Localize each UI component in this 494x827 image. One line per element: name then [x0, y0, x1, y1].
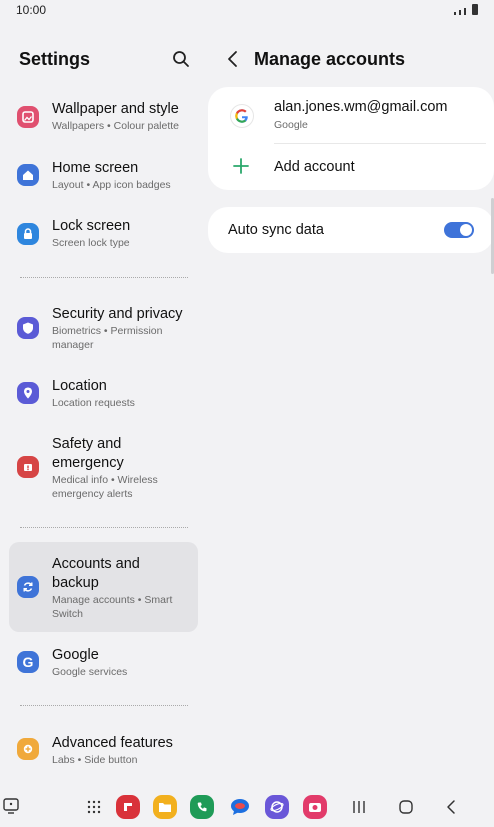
account-email: alan.jones.wm@gmail.com [274, 99, 448, 115]
settings-item-title: Wallpaper and style [52, 101, 179, 117]
sync-icon [17, 576, 39, 598]
search-icon[interactable] [172, 50, 190, 68]
settings-item-safety-and-emergency[interactable]: Safety and emergency Medical info • Wire… [9, 431, 198, 503]
settings-item-subtitle: Manage accounts • Smart Switch [52, 594, 173, 620]
plus-icon [233, 158, 249, 174]
wallpaper-icon [17, 106, 39, 128]
back-arrow-icon[interactable] [226, 50, 240, 68]
settings-item-title: Home screen [52, 160, 139, 176]
settings-item-subtitle: Medical info • Wireless emergency alerts [52, 474, 158, 500]
settings-item-subtitle: Layout • App icon badges [52, 179, 171, 191]
google-icon: G [17, 651, 39, 673]
settings-item-subtitle: Biometrics • Permission manager [52, 325, 163, 351]
my-files-app-icon[interactable] [153, 795, 177, 819]
auto-sync-toggle[interactable] [444, 222, 474, 238]
settings-item-subtitle: Screen lock type [52, 237, 130, 249]
samsung-internet-app-icon[interactable] [265, 795, 289, 819]
divider [20, 527, 188, 528]
settings-item-google[interactable]: G Google Google services [9, 642, 198, 686]
phone-app-icon[interactable] [190, 795, 214, 819]
shield-icon [17, 317, 39, 339]
page-title: Settings [19, 49, 91, 69]
settings-item-advanced-features[interactable]: Advanced features Labs • Side button [9, 730, 198, 774]
settings-item-subtitle: Location requests [52, 397, 135, 409]
settings-item-title: Lock screen [52, 218, 131, 234]
back-button-icon[interactable] [445, 799, 457, 815]
manage-accounts-pane: Manage accounts alan.jones.wm@gmail.com … [208, 0, 494, 780]
home-button-icon[interactable] [398, 799, 414, 815]
settings-item-title: Advanced features [52, 735, 173, 751]
settings-item-accounts-and-backup[interactable]: Accounts and backup Manage accounts • Sm… [9, 542, 198, 632]
settings-item-subtitle: Labs • Side button [52, 754, 138, 766]
location-pin-icon [17, 382, 39, 404]
settings-item-title: Google [52, 647, 99, 663]
lock-icon [17, 223, 39, 245]
google-logo-icon [230, 104, 254, 128]
manage-accounts-title: Manage accounts [254, 49, 406, 69]
messages-app-icon[interactable] [228, 795, 252, 819]
settings-item-wallpaper-and-style[interactable]: Wallpaper and style Wallpapers • Colour … [9, 96, 198, 140]
toggle-knob [460, 224, 472, 236]
account-provider: Google [274, 119, 308, 131]
home-icon [17, 164, 39, 186]
divider [20, 705, 188, 706]
settings-item-title: Location [52, 378, 107, 394]
settings-item-title: Security and privacy [52, 306, 183, 322]
recent-apps-icon[interactable] [352, 799, 366, 815]
settings-item-location[interactable]: Location Location requests [9, 373, 198, 417]
app-drawer-icon[interactable] [87, 800, 101, 814]
settings-item-title: Accounts and backup [52, 556, 140, 591]
accounts-card: alan.jones.wm@gmail.com Google Add accou… [208, 87, 494, 190]
emergency-icon [17, 456, 39, 478]
settings-item-subtitle: Google services [52, 666, 128, 678]
divider [274, 143, 486, 144]
divider [20, 277, 188, 278]
auto-sync-label: Auto sync data [228, 222, 324, 238]
flipboard-app-icon[interactable] [116, 795, 140, 819]
settings-item-security-and-privacy[interactable]: Security and privacy Biometrics • Permis… [9, 301, 198, 357]
keyboard-toggle-icon[interactable] [2, 797, 20, 815]
settings-item-subtitle: Wallpapers • Colour palette [52, 120, 180, 132]
settings-item-home-screen[interactable]: Home screen Layout • App icon badges [9, 155, 198, 199]
settings-list-pane: Settings Wallpaper and style Wallpapers … [0, 0, 206, 780]
gear-plus-icon [17, 738, 39, 760]
add-account-label: Add account [274, 159, 355, 175]
settings-item-title: Safety and emergency [52, 436, 124, 471]
camera-app-icon[interactable] [303, 795, 327, 819]
auto-sync-row[interactable]: Auto sync data [208, 207, 494, 253]
navigation-bar [0, 780, 494, 827]
account-row-google[interactable]: alan.jones.wm@gmail.com Google [208, 87, 494, 143]
settings-item-lock-screen[interactable]: Lock screen Screen lock type [9, 213, 198, 257]
add-account-button[interactable]: Add account [208, 145, 494, 190]
